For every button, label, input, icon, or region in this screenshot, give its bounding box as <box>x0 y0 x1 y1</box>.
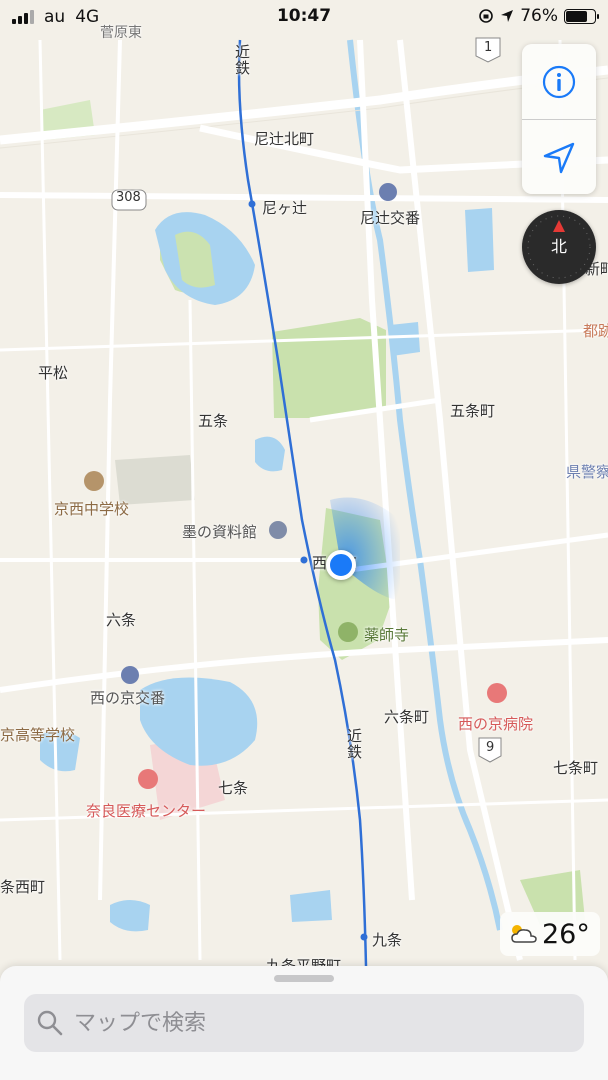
rail-label: 近鉄 <box>345 728 363 760</box>
map-controls <box>522 44 596 194</box>
track-location-button[interactable] <box>522 120 596 195</box>
station-dot <box>300 556 308 564</box>
school-icon[interactable] <box>84 471 104 491</box>
battery-percent: 76% <box>520 6 558 26</box>
orientation-lock-icon <box>479 9 494 23</box>
map-label: 西の京交番 <box>90 689 166 707</box>
map-label: 県警察 <box>566 463 608 481</box>
map-label: 七条町 <box>553 759 599 777</box>
station-dot <box>248 200 256 208</box>
route-shield-label: 1 <box>484 40 493 55</box>
map-label: 薬師寺 <box>364 626 410 644</box>
map-label: 尼ヶ辻 <box>262 199 308 217</box>
station-dot <box>360 933 368 941</box>
map-label: 尼辻交番 <box>360 209 421 227</box>
map-label: 墨の資料館 <box>182 523 258 541</box>
pond <box>465 208 494 272</box>
rail-label: 近鉄 <box>233 44 251 76</box>
map-label: 平松 <box>38 364 69 382</box>
park-area <box>272 318 386 418</box>
museum-icon[interactable] <box>269 521 287 539</box>
temperature: 26° <box>542 918 590 950</box>
map-label: 条西町 <box>0 878 46 896</box>
map-label: 都跡 <box>583 322 608 340</box>
map-label: 六条 <box>106 611 137 629</box>
temple-icon[interactable] <box>338 622 358 642</box>
partly-cloudy-icon <box>511 925 537 943</box>
map-label: 京西中学校 <box>54 500 130 518</box>
battery-icon <box>564 8 599 24</box>
bottom-sheet <box>0 966 608 1080</box>
route-shield-label: 9 <box>486 740 495 755</box>
status-bar: au 4G 10:47 76% <box>0 0 608 36</box>
location-arrow-icon <box>543 142 575 173</box>
compass-button[interactable]: 北 <box>522 210 596 284</box>
info-icon <box>542 65 576 98</box>
hospital-icon[interactable] <box>138 769 158 789</box>
map-label: 五条 <box>198 412 229 430</box>
map-label: 京高等学校 <box>0 726 76 744</box>
sheet-grabber[interactable] <box>274 975 334 982</box>
pond <box>290 890 332 922</box>
weather-badge[interactable]: 26° <box>500 912 600 956</box>
search-input[interactable] <box>74 1010 554 1036</box>
police-icon[interactable] <box>121 666 139 684</box>
map-label: 奈良医療センター <box>86 802 207 820</box>
map-label: 尼辻北町 <box>254 130 315 148</box>
map-label: 六条町 <box>384 708 430 726</box>
battery-level <box>566 10 588 22</box>
map-label: 五条町 <box>450 402 496 420</box>
route-shield-label: 308 <box>116 190 141 205</box>
location-services-icon <box>501 10 514 22</box>
map-label: 七条 <box>218 779 249 797</box>
hospital-icon[interactable] <box>487 683 507 703</box>
search-icon <box>37 1010 63 1036</box>
compass-north-label: 北 <box>550 237 567 256</box>
info-button[interactable] <box>522 44 596 119</box>
search-bar[interactable] <box>24 994 584 1052</box>
user-location-dot[interactable] <box>326 550 356 580</box>
map-label: 西の京病院 <box>458 715 534 733</box>
police-icon[interactable] <box>379 183 397 201</box>
map-label: 九条 <box>372 931 403 949</box>
